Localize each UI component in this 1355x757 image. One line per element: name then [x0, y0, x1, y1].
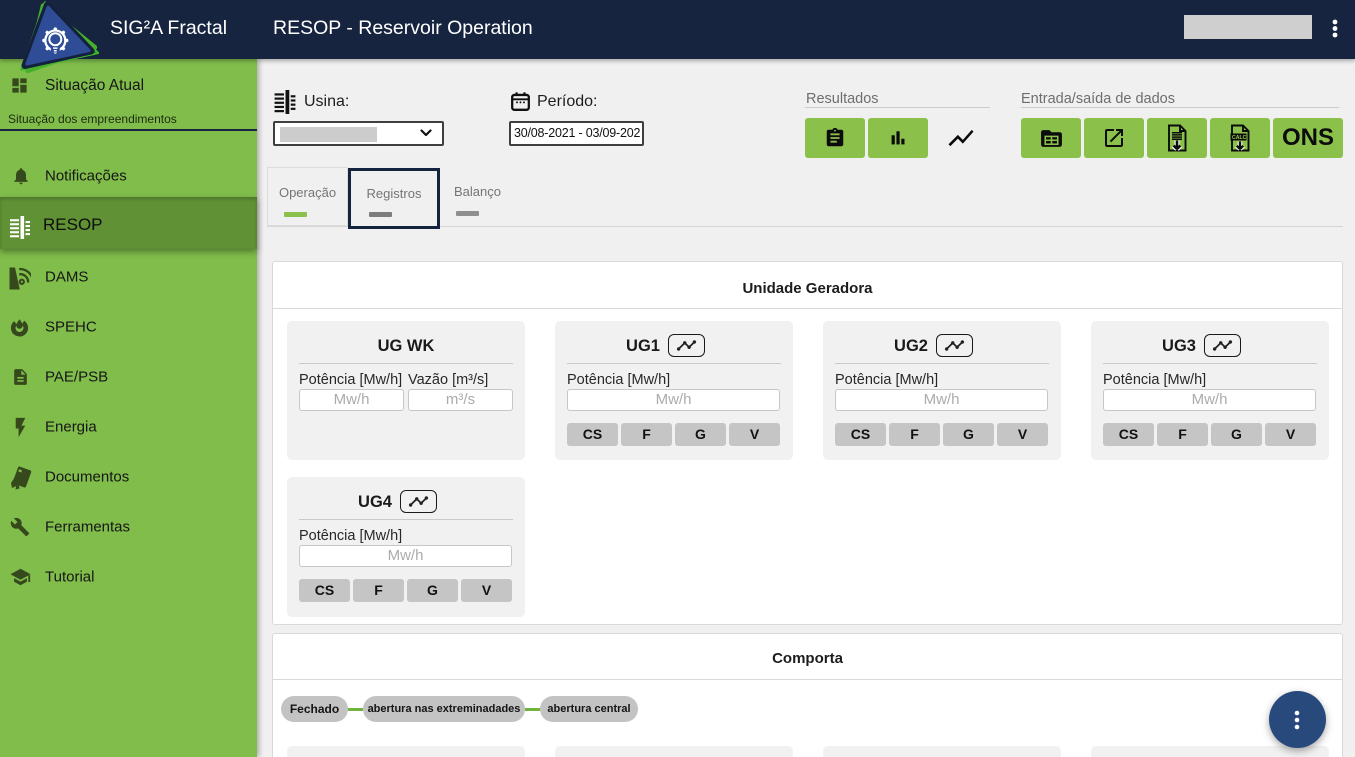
svg-text:CALC: CALC — [1232, 135, 1247, 141]
